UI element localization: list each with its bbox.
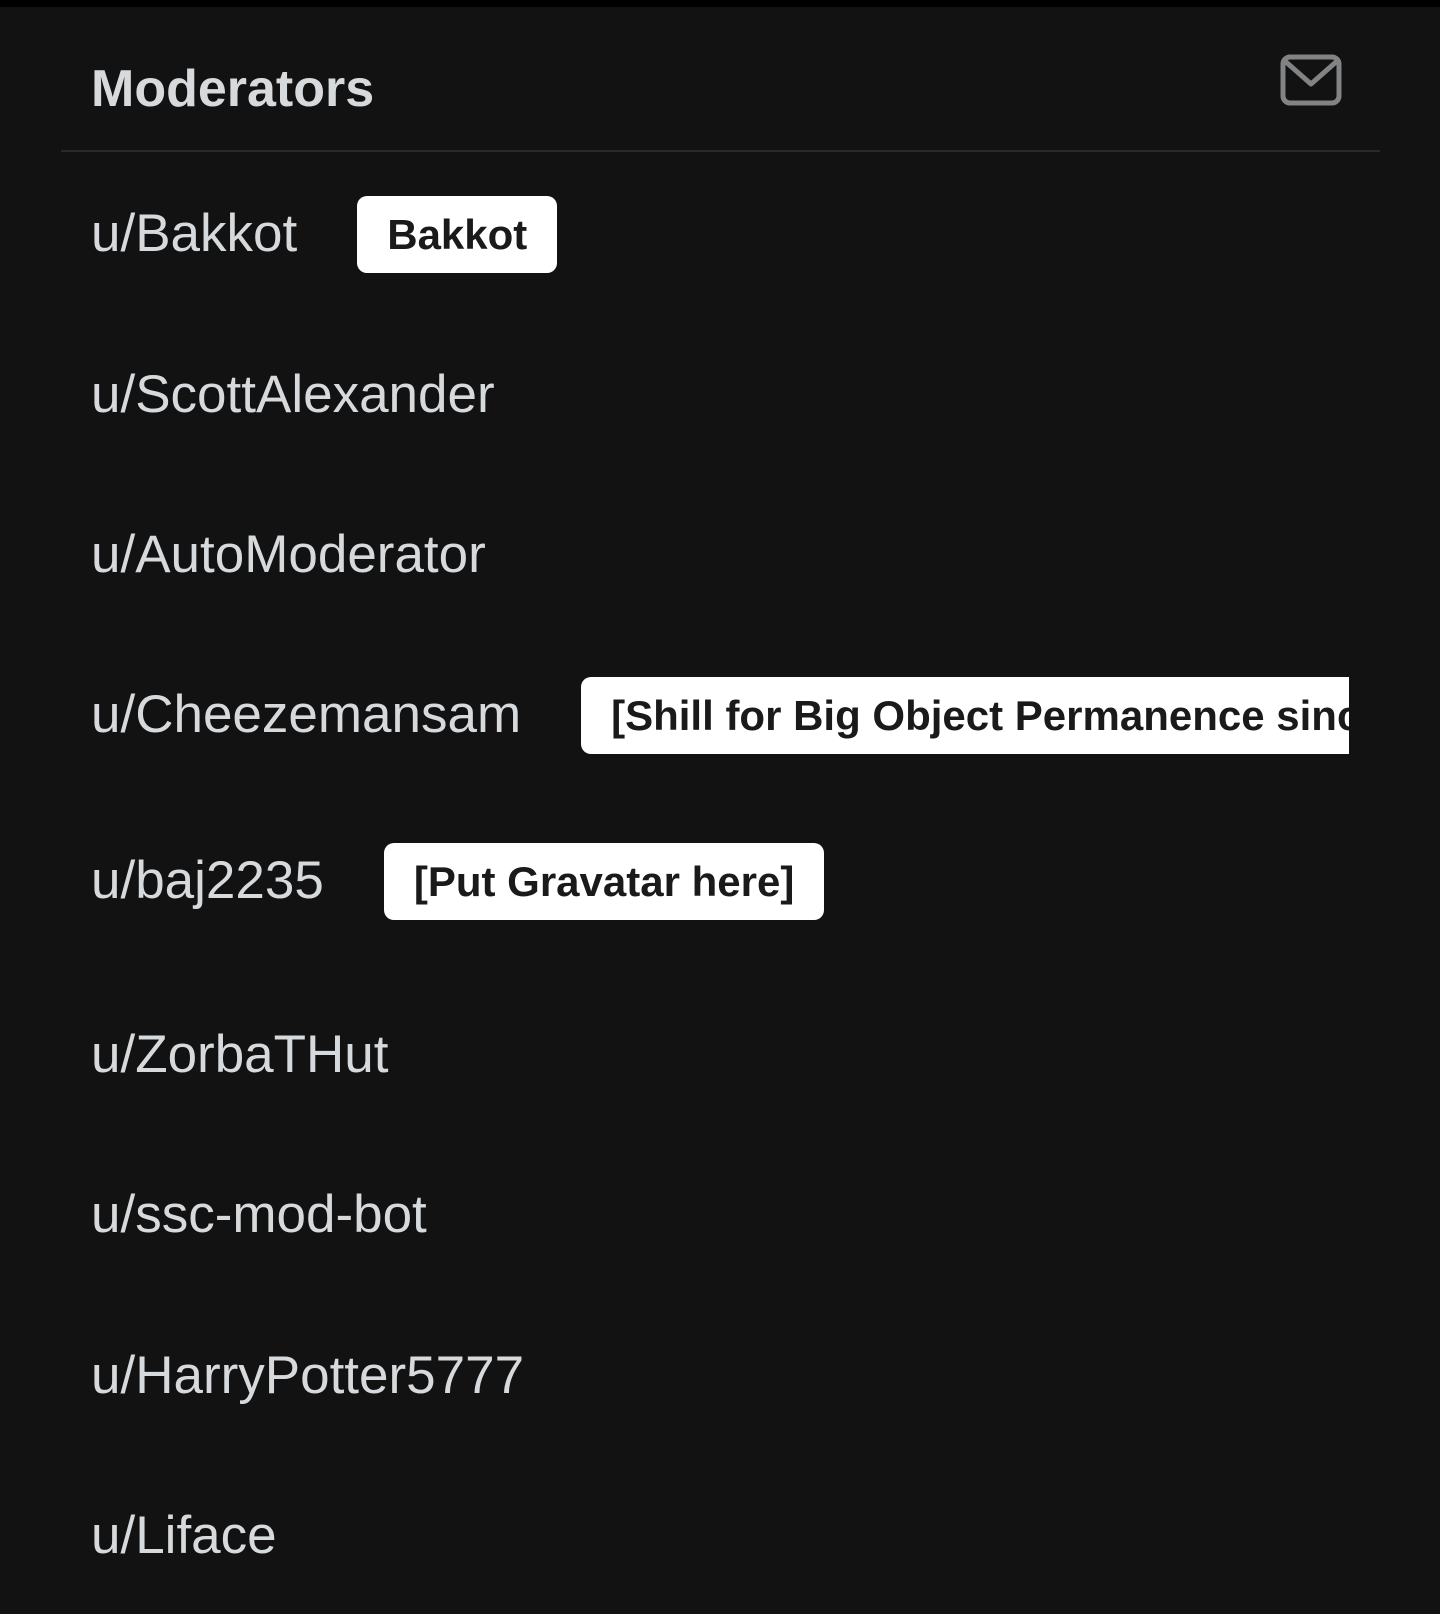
message-moderators-button[interactable]	[1280, 54, 1342, 106]
moderator-row: u/HarryPotter5777	[91, 1336, 524, 1416]
mail-icon	[1280, 54, 1342, 106]
moderator-row: u/baj2235 [Put Gravatar here]	[91, 841, 825, 921]
moderator-row: u/ZorbaTHut	[91, 1015, 389, 1095]
moderators-header: Moderators	[61, 7, 1380, 152]
moderator-row: u/Bakkot Bakkot	[91, 194, 558, 274]
moderator-username[interactable]: u/ssc-mod-bot	[91, 1183, 427, 1247]
user-flair: Bakkot	[357, 195, 558, 273]
moderator-row: u/Cheezemansam [Shill for Big Object Per…	[91, 675, 1350, 755]
moderator-username[interactable]: u/Bakkot	[91, 202, 297, 266]
moderator-row: u/ScottAlexander	[91, 355, 495, 435]
moderators-panel: Moderators u/Bakkot Bakkot u/ScottAlexan…	[0, 7, 1440, 1614]
moderator-row: u/AutoModerator	[91, 515, 486, 595]
panel-title: Moderators	[91, 60, 375, 118]
user-flair: [Shill for Big Object Permanence since	[581, 676, 1350, 754]
moderator-username[interactable]: u/Cheezemansam	[91, 683, 521, 747]
moderator-username[interactable]: u/baj2235	[91, 849, 324, 913]
moderator-row: u/Liface	[91, 1496, 277, 1576]
moderator-username[interactable]: u/ZorbaTHut	[91, 1023, 389, 1087]
moderator-row: u/ssc-mod-bot	[91, 1175, 427, 1255]
moderator-username[interactable]: u/Liface	[91, 1504, 277, 1568]
moderator-username[interactable]: u/AutoModerator	[91, 523, 486, 587]
moderator-username[interactable]: u/ScottAlexander	[91, 363, 495, 427]
moderator-username[interactable]: u/HarryPotter5777	[91, 1344, 524, 1408]
user-flair: [Put Gravatar here]	[383, 842, 825, 920]
